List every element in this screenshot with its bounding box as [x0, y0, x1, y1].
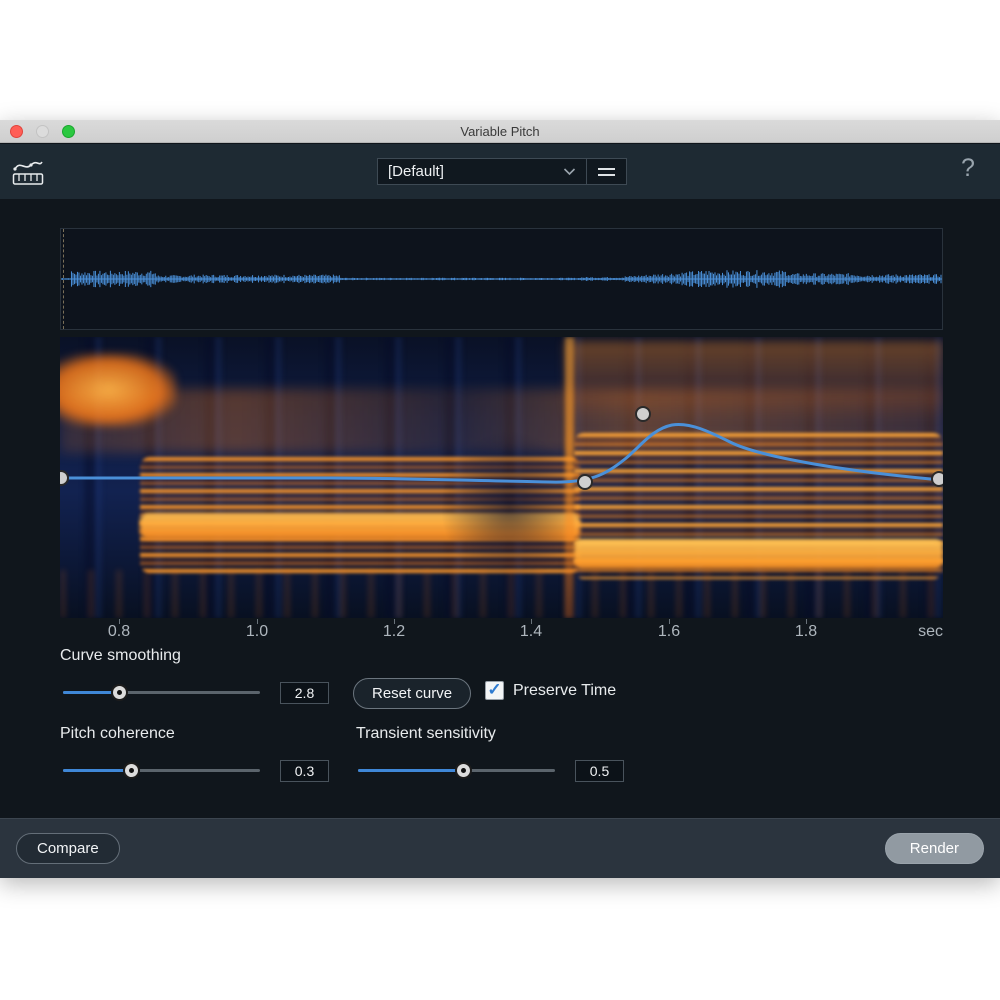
waveform-display[interactable] [60, 228, 943, 330]
check-icon: ✓ [487, 681, 501, 698]
time-axis: 0.8 1.0 1.2 1.4 1.6 1.8 sec [60, 619, 943, 643]
time-label: 1.8 [795, 623, 817, 641]
curve-smoothing-label: Curve smoothing [60, 647, 181, 665]
waveform [61, 229, 942, 329]
time-unit-label: sec [918, 623, 943, 641]
zoom-button[interactable] [62, 125, 75, 138]
curve-point[interactable] [60, 471, 68, 485]
window-title: Variable Pitch [460, 124, 539, 139]
titlebar: Variable Pitch [0, 120, 1000, 143]
spectrogram-display[interactable] [60, 337, 943, 618]
curve-point[interactable] [636, 407, 650, 421]
preserve-time-label: Preserve Time [513, 682, 616, 700]
pitch-coherence-value[interactable]: 0.3 [280, 760, 329, 782]
transient-sensitivity-value[interactable]: 0.5 [575, 760, 624, 782]
footer-bar: Compare Render [0, 818, 1000, 878]
traffic-lights [10, 125, 75, 138]
checkbox-box[interactable]: ✓ [485, 681, 504, 700]
pitch-coherence-label: Pitch coherence [60, 725, 175, 743]
chevron-down-icon [563, 163, 576, 180]
time-label: 1.6 [658, 623, 680, 641]
render-button[interactable]: Render [885, 833, 984, 864]
slider-thumb[interactable] [455, 762, 472, 779]
slider-thumb[interactable] [123, 762, 140, 779]
preset-value: [Default] [388, 163, 563, 180]
hamburger-menu-icon [598, 168, 615, 170]
preserve-time-checkbox[interactable]: ✓ Preserve Time [485, 681, 616, 700]
help-button[interactable]: ? [954, 154, 982, 183]
curve-smoothing-slider[interactable] [63, 684, 260, 702]
pitch-curve-overlay [60, 337, 943, 618]
variable-pitch-module-icon [12, 158, 44, 191]
transient-sensitivity-label: Transient sensitivity [356, 725, 496, 743]
minimize-button[interactable] [36, 125, 49, 138]
reset-curve-button[interactable]: Reset curve [353, 678, 471, 709]
pitch-curve[interactable] [60, 424, 941, 482]
curve-point[interactable] [932, 472, 943, 486]
time-label: 1.0 [246, 623, 268, 641]
preset-menu-button[interactable] [586, 158, 627, 185]
time-label: 1.2 [383, 623, 405, 641]
compare-button[interactable]: Compare [16, 833, 120, 864]
curve-smoothing-value[interactable]: 2.8 [280, 682, 329, 704]
transient-sensitivity-slider[interactable] [358, 762, 555, 780]
close-button[interactable] [10, 125, 23, 138]
curve-point[interactable] [578, 475, 592, 489]
time-label: 1.4 [520, 623, 542, 641]
time-label: 0.8 [108, 623, 130, 641]
pitch-coherence-slider[interactable] [63, 762, 260, 780]
slider-thumb[interactable] [111, 684, 128, 701]
variable-pitch-window: Variable Pitch [Default] [0, 120, 1000, 878]
toolbar: [Default] ? [0, 144, 1000, 199]
preset-dropdown[interactable]: [Default] [377, 158, 587, 185]
